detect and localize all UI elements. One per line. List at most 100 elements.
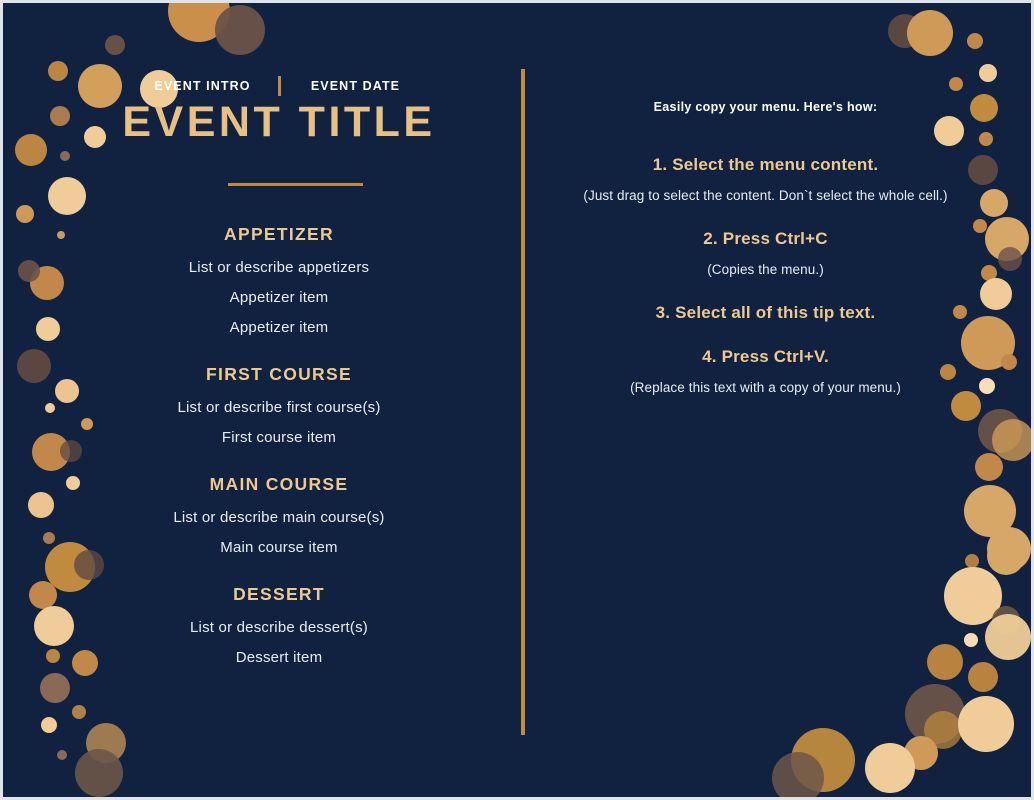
- confetti-circle: [987, 527, 1031, 571]
- event-date-label: EVENT DATE: [310, 79, 401, 93]
- course-title: MAIN COURSE: [209, 474, 349, 494]
- confetti-circle: [958, 696, 1014, 752]
- course-item: Main course item: [220, 539, 338, 556]
- confetti-circle: [17, 349, 51, 383]
- confetti-circle: [973, 219, 987, 233]
- confetti-circle: [105, 35, 125, 55]
- tip-step: 2. Press Ctrl+C (Copies the menu.): [568, 229, 963, 279]
- event-eyebrow-row: EVENT INTRO EVENT DATE: [133, 76, 425, 96]
- confetti-circle: [987, 537, 1025, 575]
- tip-step-heading: 2. Press Ctrl+C: [703, 228, 828, 248]
- tip-step-note: (Replace this text with a copy of your m…: [630, 379, 901, 395]
- confetti-circle: [944, 567, 1002, 625]
- page-title: EVENT TITLE: [122, 98, 436, 146]
- confetti-circle: [72, 705, 86, 719]
- confetti-circle: [36, 317, 60, 341]
- confetti-circle: [865, 743, 915, 793]
- tip-step: 4. Press Ctrl+V. (Replace this text with …: [568, 347, 963, 397]
- confetti-circle: [905, 684, 965, 744]
- menu-course: MAIN COURSE List or describe main course(…: [133, 474, 425, 556]
- confetti-circle: [60, 440, 82, 462]
- confetti-circle: [992, 419, 1031, 461]
- menu-column: EVENT INTRO EVENT DATE EVENT TITLE APPET…: [122, 3, 432, 797]
- confetti-circle: [74, 550, 104, 580]
- menu-course: DESSERT List or describe dessert(s) Desser…: [133, 584, 425, 666]
- confetti-circle: [985, 217, 1029, 261]
- tip-step-heading: 3. Select all of this tip text.: [655, 302, 876, 322]
- course-description: List or describe dessert(s): [190, 619, 368, 636]
- confetti-circle: [46, 649, 60, 663]
- menu-course: FIRST COURSE List or describe first cours…: [133, 364, 425, 446]
- confetti-circle: [34, 606, 74, 646]
- confetti-circle: [968, 155, 998, 185]
- confetti-circle: [50, 106, 70, 126]
- confetti-circle: [75, 749, 123, 797]
- confetti-circle: [968, 662, 998, 692]
- confetti-circle: [48, 61, 68, 81]
- confetti-circle: [980, 278, 1012, 310]
- confetti-circle: [981, 265, 997, 281]
- confetti-circle: [1001, 354, 1017, 370]
- course-item: First course item: [221, 429, 337, 446]
- confetti-circle: [934, 116, 964, 146]
- confetti-circle: [72, 650, 98, 676]
- confetti-circle: [60, 151, 70, 161]
- confetti-circle: [970, 94, 998, 122]
- confetti-circle: [964, 485, 1016, 537]
- flyer-page: EVENT INTRO EVENT DATE EVENT TITLE APPET…: [0, 0, 1034, 800]
- confetti-circle: [84, 126, 106, 148]
- confetti-circle: [978, 409, 1022, 453]
- confetti-circle: [81, 418, 93, 430]
- tip-step-note: (Just drag to select the content. Don`t …: [583, 188, 948, 203]
- confetti-circle: [979, 132, 993, 146]
- confetti-circle: [41, 717, 57, 733]
- confetti-circle: [888, 14, 922, 48]
- tip-step-note: (Copies the menu.): [707, 261, 824, 277]
- course-description: List or describe main course(s): [173, 509, 385, 526]
- tip-step-heading: 1. Select the menu content.: [652, 155, 879, 174]
- confetti-circle: [961, 316, 1015, 370]
- confetti-circle: [57, 231, 65, 239]
- confetti-circle: [772, 752, 824, 797]
- confetti-circle: [964, 633, 978, 647]
- course-item: Appetizer item: [229, 319, 329, 336]
- confetti-circle: [48, 177, 86, 215]
- confetti-circle: [904, 736, 938, 770]
- menu-course-list: APPETIZER List or describe appetizers Appe…: [133, 224, 425, 694]
- confetti-circle: [980, 189, 1008, 217]
- confetti-circle: [998, 247, 1022, 271]
- tip-step: 3. Select all of this tip text.: [568, 303, 963, 323]
- confetti-circle: [30, 266, 64, 300]
- confetti-circle: [86, 723, 126, 763]
- course-title: DESSERT: [233, 584, 325, 604]
- confetti-circle: [992, 606, 1020, 634]
- confetti-circle: [979, 64, 997, 82]
- course-item: Dessert item: [235, 649, 323, 666]
- confetti-circle: [55, 379, 79, 403]
- vertical-divider: [521, 69, 525, 735]
- confetti-circle: [979, 378, 995, 394]
- confetti-circle: [16, 205, 34, 223]
- confetti-circle: [28, 492, 54, 518]
- confetti-circle: [43, 532, 55, 544]
- tip-step-list: 1. Select the menu content. (Just drag to…: [568, 155, 963, 420]
- title-underline-rule: [228, 183, 363, 186]
- event-intro-label: EVENT INTRO: [154, 79, 251, 93]
- confetti-circle: [57, 750, 67, 760]
- confetti-circle: [45, 542, 95, 592]
- confetti-circle: [985, 614, 1031, 660]
- confetti-circle: [791, 728, 855, 792]
- course-description: List or describe first course(s): [177, 399, 381, 416]
- course-description: List or describe appetizers: [188, 259, 370, 276]
- tip-intro-text: Easily copy your menu. Here's how:: [653, 100, 878, 114]
- confetti-circle: [927, 644, 963, 680]
- confetti-circle: [29, 581, 57, 609]
- confetti-circle: [32, 433, 70, 471]
- confetti-circle: [15, 134, 47, 166]
- confetti-circle: [965, 554, 979, 568]
- menu-course: APPETIZER List or describe appetizers Appe…: [133, 224, 425, 336]
- course-item: Appetizer item: [229, 289, 329, 306]
- confetti-circle: [66, 476, 80, 490]
- confetti-circle: [907, 10, 953, 56]
- confetti-circle: [40, 673, 70, 703]
